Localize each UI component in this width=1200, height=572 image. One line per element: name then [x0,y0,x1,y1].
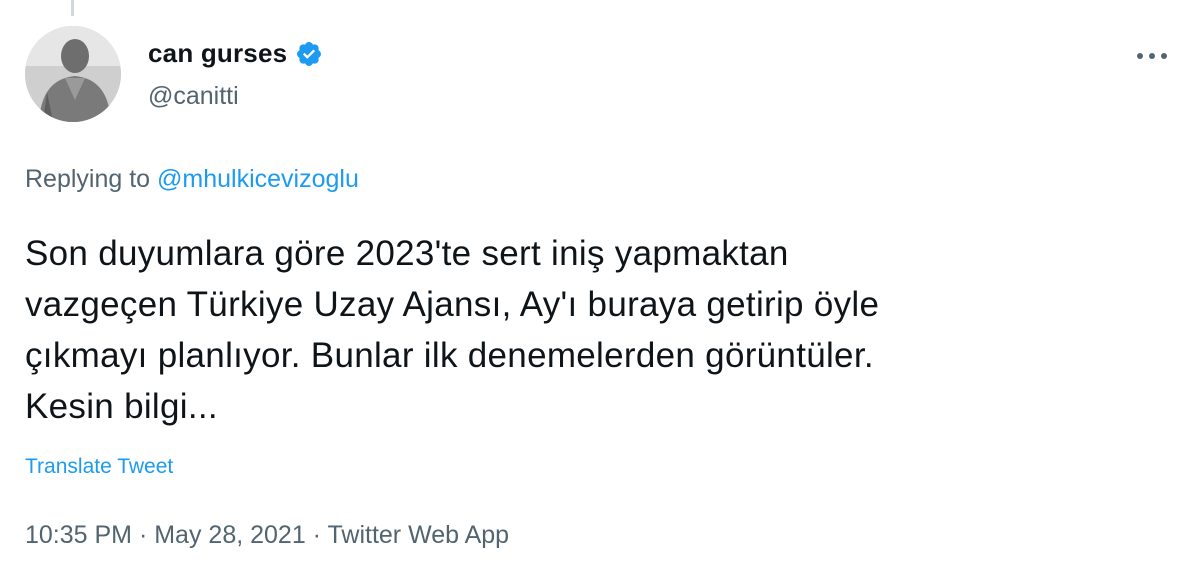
tweet-source[interactable]: Twitter Web App [328,521,510,549]
thread-connector-line [71,0,74,16]
verified-badge-icon [297,41,322,66]
more-horizontal-icon [1137,53,1167,59]
tweet-time[interactable]: 10:35 PM [25,521,132,549]
translate-tweet-link[interactable]: Translate Tweet [25,455,173,479]
tweet-text: Son duyumlara göre 2023'te sert iniş yap… [25,234,880,426]
replying-to-label: Replying to [25,165,158,193]
display-name[interactable]: can gurses [148,38,287,69]
reply-mention-link[interactable]: @mhulkicevizoglu [157,165,359,193]
author-name-row[interactable]: can gurses [148,38,323,69]
avatar[interactable] [25,26,121,122]
tweet-metadata: 10:35 PM · May 28, 2021 · Twitter Web Ap… [25,521,509,550]
tweet-date[interactable]: May 28, 2021 [154,521,306,549]
replying-to: Replying to @mhulkicevizoglu [25,165,359,194]
meta-separator: · [305,521,328,549]
author-handle[interactable]: @canitti [148,82,239,111]
meta-separator: · [132,521,155,549]
more-options-button[interactable] [1132,44,1172,68]
user-avatar-image [25,26,121,122]
